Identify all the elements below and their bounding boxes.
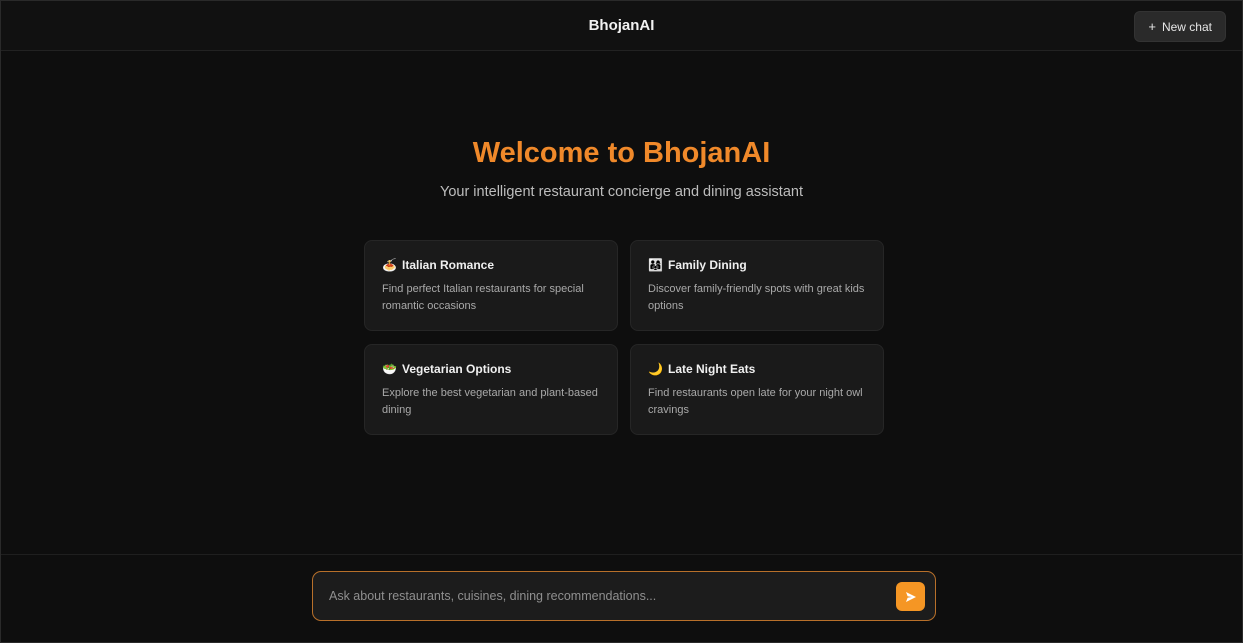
new-chat-label: New chat	[1161, 19, 1212, 34]
composer-area	[1, 554, 1242, 642]
plus-icon: +	[1148, 19, 1156, 34]
app-title: BhojanAI	[588, 17, 655, 34]
welcome-subtitle: Your intelligent restaurant concierge an…	[439, 184, 803, 200]
suggestion-card-late-night-eats[interactable]: 🌙 Late Night Eats Find restaurants open …	[630, 344, 884, 435]
suggestion-description: Discover family-friendly spots with grea…	[648, 283, 865, 312]
welcome-title: Welcome to BhojanAI	[472, 137, 771, 169]
suggestion-description: Find restaurants open late for your nigh…	[648, 387, 863, 416]
app-window: BhojanAI + New chat Welcome to BhojanAI …	[0, 0, 1243, 643]
moon-icon: 🌙	[648, 362, 663, 376]
suggestion-title: Late Night Eats	[668, 362, 756, 376]
send-button[interactable]	[896, 582, 925, 611]
family-icon: 👨‍👩‍👧	[648, 258, 663, 272]
chat-input-container	[312, 571, 936, 621]
suggestion-card-italian-romance[interactable]: 🍝 Italian Romance Find perfect Italian r…	[364, 240, 618, 331]
suggestion-card-family-dining[interactable]: 👨‍👩‍👧 Family Dining Discover family-frie…	[630, 240, 884, 331]
suggestion-card-vegetarian-options[interactable]: 🥗 Vegetarian Options Explore the best ve…	[364, 344, 618, 435]
pasta-icon: 🍝	[382, 258, 397, 272]
top-bar: BhojanAI + New chat	[1, 1, 1242, 51]
send-icon	[905, 591, 916, 602]
suggestion-description: Find perfect Italian restaurants for spe…	[382, 283, 584, 312]
new-chat-button[interactable]: + New chat	[1134, 11, 1226, 42]
suggestion-title: Family Dining	[668, 258, 747, 272]
chat-input[interactable]	[329, 572, 889, 620]
suggestion-description: Explore the best vegetarian and plant-ba…	[382, 387, 598, 416]
suggestion-grid: 🍝 Italian Romance Find perfect Italian r…	[364, 240, 884, 435]
salad-icon: 🥗	[382, 362, 397, 376]
suggestion-title: Italian Romance	[402, 258, 495, 272]
suggestion-title: Vegetarian Options	[402, 362, 512, 376]
